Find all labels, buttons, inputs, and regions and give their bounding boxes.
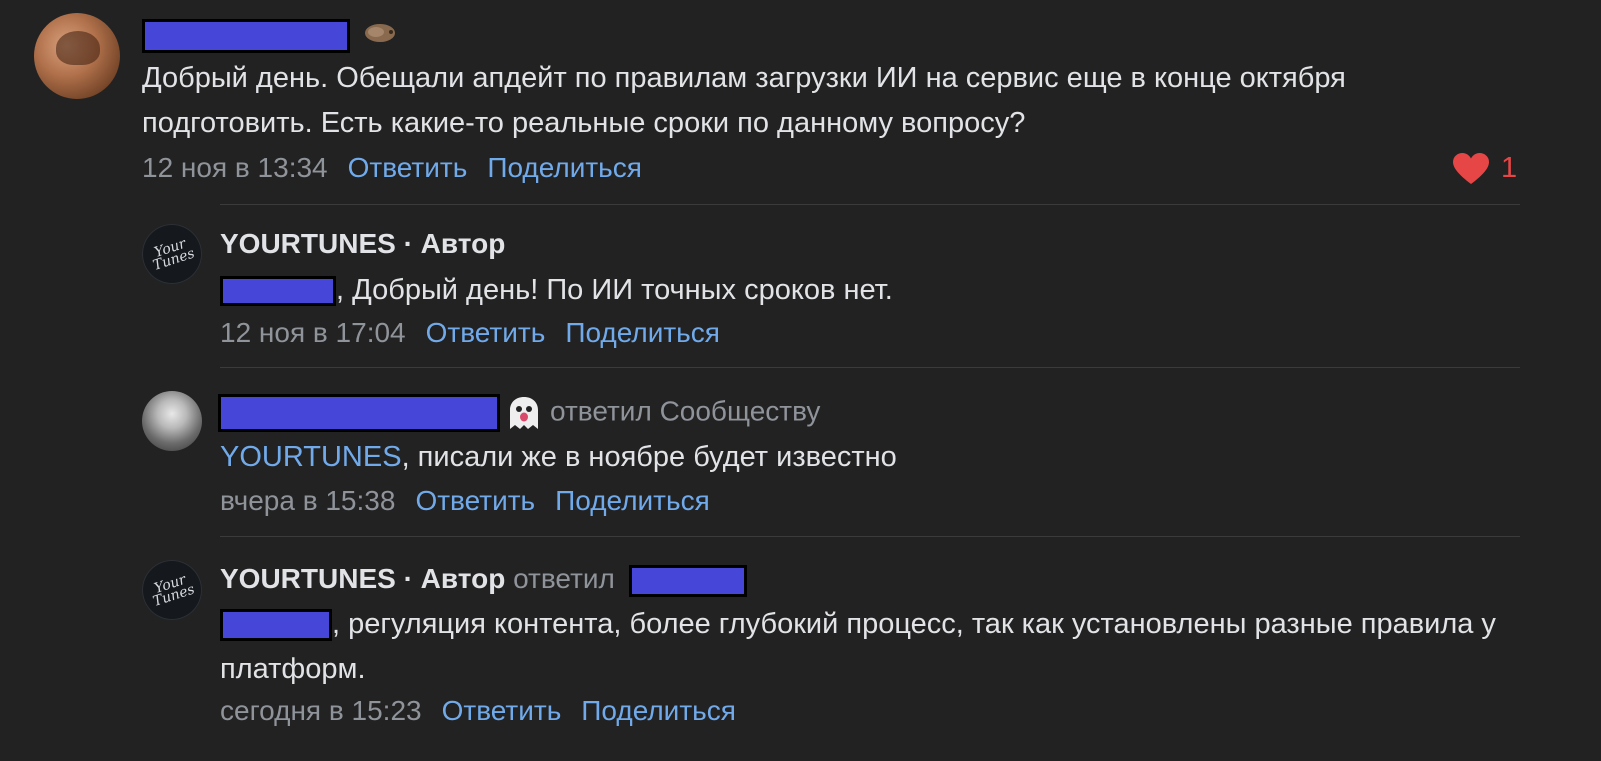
author-badge: · Автор	[403, 563, 506, 594]
reply-text-body: , регуляция контента, более глубокий про…	[220, 608, 1496, 685]
ghost-emoji-icon	[510, 397, 538, 429]
reply-author-row: YOURTUNES · Автор ответил	[220, 563, 747, 597]
reply-text-body: , Добрый день! По ИИ точных сроков нет.	[336, 274, 893, 306]
reply-text-body: , писали же в ноябре будет известно	[401, 441, 897, 473]
redacted-mention[interactable]	[220, 276, 336, 307]
reply-text: , Добрый день! По ИИ точных сроков нет.	[220, 268, 1510, 313]
reply-meta: сегодня в 15:23 Ответить Поделиться	[220, 695, 736, 727]
reply-timestamp[interactable]: сегодня в 15:23	[220, 695, 422, 726]
divider	[220, 536, 1520, 537]
avatar[interactable]	[34, 13, 120, 99]
reply-author-row: YOURTUNES · Автор	[220, 228, 505, 260]
reply-text: , регуляция контента, более глубокий про…	[220, 602, 1510, 692]
reply-button[interactable]: Ответить	[442, 695, 562, 726]
reply-timestamp[interactable]: вчера в 15:38	[220, 485, 395, 516]
reply-author[interactable]: YOURTUNES	[220, 563, 396, 594]
redacted-name[interactable]	[628, 564, 747, 597]
reply-button[interactable]: Ответить	[415, 485, 535, 516]
reply-timestamp[interactable]: 12 ноя в 17:04	[220, 317, 406, 348]
reply-meta: 12 ноя в 17:04 Ответить Поделиться	[220, 317, 720, 349]
comment-author[interactable]	[142, 18, 350, 53]
mention-link[interactable]: YOURTUNES	[220, 441, 402, 473]
reply-button[interactable]: Ответить	[348, 152, 468, 183]
reply-author[interactable]: YOURTUNES	[220, 228, 396, 259]
share-button[interactable]: Поделиться	[487, 152, 642, 183]
redacted-name[interactable]	[218, 394, 500, 432]
divider	[220, 204, 1520, 205]
redacted-mention[interactable]	[220, 609, 332, 642]
reply-target-note: ответил Сообществу	[550, 395, 821, 427]
hedgehog-emoji-icon	[365, 24, 395, 42]
comment-timestamp[interactable]: 12 ноя в 13:34	[142, 152, 328, 183]
reply-meta: вчера в 15:38 Ответить Поделиться	[220, 485, 710, 517]
comment-meta: 12 ноя в 13:34 Ответить Поделиться	[142, 152, 642, 184]
share-button[interactable]: Поделиться	[581, 695, 736, 726]
reply-button[interactable]: Ответить	[426, 317, 546, 348]
heart-icon	[1453, 152, 1489, 184]
avatar[interactable]	[142, 391, 202, 451]
brand-logo: Your Tunes	[151, 235, 197, 274]
reply-text: YOURTUNES, писали же в ноябре будет изве…	[220, 435, 1510, 480]
brand-logo: Your Tunes	[151, 571, 197, 610]
avatar[interactable]: Your Tunes	[142, 560, 202, 620]
reply-author-row: ответил Сообществу	[218, 394, 820, 432]
avatar[interactable]: Your Tunes	[142, 224, 202, 284]
redacted-name	[142, 18, 350, 53]
share-button[interactable]: Поделиться	[555, 485, 710, 516]
comment-text: Добрый день. Обещали апдейт по правилам …	[142, 62, 1346, 139]
reply-target-note: ответил	[513, 563, 615, 594]
share-button[interactable]: Поделиться	[565, 317, 720, 348]
divider	[220, 367, 1520, 368]
author-badge: · Автор	[403, 228, 506, 259]
like-button[interactable]: 1	[1453, 152, 1517, 185]
like-count: 1	[1501, 152, 1518, 184]
